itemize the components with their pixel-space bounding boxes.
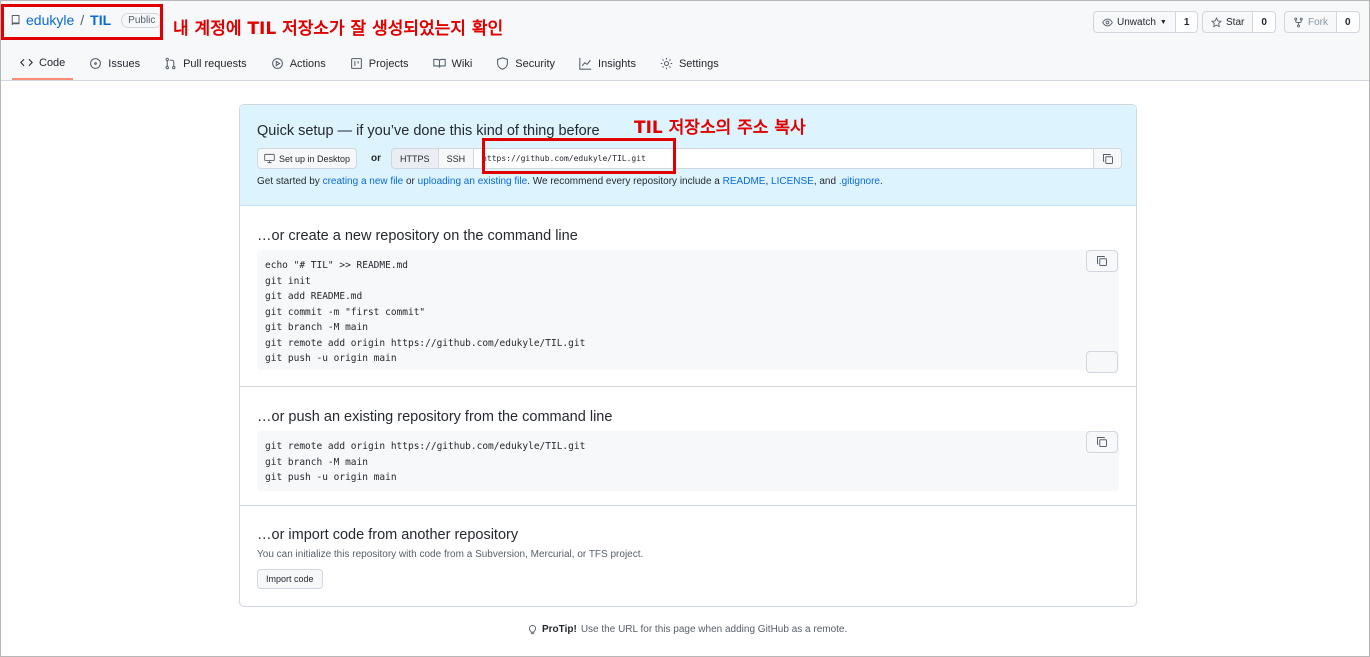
push-repo-section: …or push an existing repository from the… [240, 387, 1136, 506]
watch-group: Unwatch ▼ 1 [1093, 11, 1199, 33]
tab-wiki[interactable]: Wiki [425, 52, 481, 80]
upload-file-link[interactable]: uploading an existing file [418, 176, 528, 187]
watch-count[interactable]: 1 [1175, 11, 1199, 33]
tab-label: Issues [108, 57, 141, 70]
unwatch-label: Unwatch [1117, 16, 1156, 28]
protip: ProTip! Use the URL for this page when a… [527, 624, 847, 635]
or-label: or [371, 153, 382, 164]
copy-url-button[interactable] [1094, 148, 1123, 169]
create-file-link[interactable]: creating a new file [323, 176, 404, 187]
copy-icon [1097, 256, 1107, 266]
star-icon [1211, 16, 1222, 27]
import-section-title: …or import code from another repository [257, 527, 519, 543]
readme-link[interactable]: README [723, 176, 766, 187]
hint-text: or [403, 176, 418, 187]
shield-icon [497, 57, 509, 70]
import-code-button[interactable]: Import code [257, 569, 323, 589]
play-icon [271, 58, 283, 69]
tab-insights[interactable]: Insights [571, 52, 644, 80]
desktop-icon [264, 153, 275, 164]
tab-label: Settings [678, 57, 719, 70]
repo-nav-tabs: Code Issues Pull requests Actions Projec… [12, 52, 735, 80]
quick-setup-title: Quick setup — if you’ve done this kind o… [257, 123, 600, 139]
tab-actions[interactable]: Actions [263, 52, 334, 80]
push-section-title: …or push an existing repository from the… [257, 409, 613, 425]
setup-panel: Quick setup — if you’ve done this kind o… [239, 104, 1137, 607]
hint-text: , and [813, 176, 839, 187]
tab-label: Security [515, 57, 556, 70]
url-highlight-box [482, 138, 676, 174]
tab-label: Actions [289, 57, 326, 70]
import-description: You can initialize this repository with … [257, 549, 644, 560]
light-bulb-icon [528, 625, 537, 635]
tab-projects[interactable]: Projects [342, 52, 417, 80]
setup-desktop-label: Set up in Desktop [279, 153, 351, 164]
book-icon [432, 58, 446, 68]
create-code-block: echo "# TIL" >> README.md git init git a… [257, 250, 1119, 370]
tab-settings[interactable]: Settings [652, 52, 727, 80]
copy-icon [1097, 437, 1107, 447]
tab-pull-requests[interactable]: Pull requests [156, 52, 255, 80]
clone-row: Set up in Desktop or HTTPS SSH https://g… [257, 148, 1123, 169]
fork-button[interactable]: Fork [1284, 11, 1337, 33]
create-section-title: …or create a new repository on the comma… [257, 228, 578, 244]
fork-label: Fork [1308, 16, 1328, 28]
repo-header: edukyle / TIL Public Unwatch ▼ 1 Star 0 … [0, 0, 1370, 81]
fork-count[interactable]: 0 [1337, 11, 1360, 33]
setup-desktop-button[interactable]: Set up in Desktop [257, 148, 358, 169]
tab-label: Wiki [451, 57, 473, 70]
hint-text: . We recommend every repository include … [527, 176, 723, 187]
protip-label: ProTip! [542, 624, 577, 635]
https-button[interactable]: HTTPS [391, 148, 439, 169]
star-count[interactable]: 0 [1253, 11, 1276, 33]
copy-create-code-button[interactable] [1086, 250, 1118, 272]
copy-create-code-button[interactable] [1086, 351, 1118, 373]
tab-label: Projects [368, 57, 409, 70]
license-link[interactable]: LICENSE [771, 176, 814, 187]
gitignore-link[interactable]: .gitignore [839, 176, 880, 187]
eye-icon [1102, 18, 1113, 26]
code-icon [20, 58, 33, 67]
push-code-block: git remote add origin https://github.com… [257, 431, 1119, 491]
tab-security[interactable]: Security [488, 52, 563, 80]
project-icon [350, 58, 362, 69]
gear-icon [660, 57, 673, 70]
hint-text: Get started by [257, 176, 323, 187]
protip-text: Use the URL for this page when adding Gi… [580, 624, 848, 635]
ssh-button[interactable]: SSH [438, 148, 475, 169]
url-annotation: TIL 저장소의 주소 복사 [634, 118, 806, 138]
tab-code[interactable]: Code [12, 52, 74, 80]
tab-issues[interactable]: Issues [81, 52, 148, 80]
fork-icon [1294, 17, 1303, 27]
star-label: Star [1226, 16, 1245, 28]
getting-started-hint: Get started by creating a new file or up… [257, 176, 883, 187]
issue-icon [90, 58, 102, 69]
tab-label: Insights [598, 57, 636, 70]
create-repo-section: …or create a new repository on the comma… [240, 206, 1136, 387]
copy-push-code-button[interactable] [1086, 431, 1118, 453]
account-highlight-box [1, 4, 163, 40]
hint-text: . [879, 176, 883, 187]
star-button[interactable]: Star [1202, 11, 1254, 33]
chevron-down-icon: ▼ [1159, 18, 1167, 26]
tab-label: Pull requests [183, 57, 247, 70]
unwatch-button[interactable]: Unwatch ▼ [1093, 11, 1176, 33]
fork-group: Fork 0 [1284, 11, 1360, 33]
pull-request-icon [165, 57, 176, 70]
star-group: Star 0 [1202, 11, 1276, 33]
copy-icon [1102, 153, 1113, 164]
tab-label: Code [39, 56, 66, 69]
graph-icon [579, 57, 592, 70]
account-annotation: 내 계정에 TIL 저장소가 잘 생성되었는지 확인 [173, 19, 504, 39]
